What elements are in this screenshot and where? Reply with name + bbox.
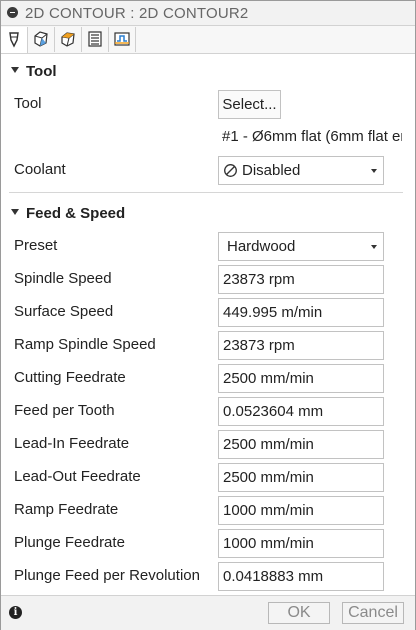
lead-out-feedrate-label: Lead-Out Feedrate xyxy=(14,468,141,485)
collapse-caret-icon[interactable] xyxy=(11,67,19,73)
ramp-spindle-speed-label: Ramp Spindle Speed xyxy=(14,336,156,353)
passes-icon xyxy=(88,31,102,47)
spindle-speed-label: Spindle Speed xyxy=(14,270,112,287)
lead-in-feedrate-field[interactable] xyxy=(218,430,384,459)
heights-icon xyxy=(61,32,75,47)
tool-icon xyxy=(9,32,19,48)
dropdown-arrow-icon xyxy=(371,245,377,249)
ramp-spindle-speed-field[interactable] xyxy=(218,331,384,360)
tab-strip xyxy=(1,26,415,54)
lead-out-feedrate-field[interactable] xyxy=(218,463,384,492)
ramp-feedrate-label: Ramp Feedrate xyxy=(14,501,119,518)
dropdown-arrow-icon xyxy=(371,169,377,173)
info-icon[interactable]: i xyxy=(9,606,22,619)
tool-label: Tool xyxy=(14,95,42,112)
coolant-select[interactable]: Disabled xyxy=(218,156,384,185)
plunge-feed-per-revolution-label: Plunge Feed per Revolution xyxy=(14,567,200,584)
dialog-footer: i OK Cancel xyxy=(1,595,415,630)
section-feed-header[interactable]: Feed & Speed xyxy=(1,203,415,225)
plunge-feedrate-field[interactable] xyxy=(218,529,384,558)
plunge-feedrate-label: Plunge Feedrate xyxy=(14,534,125,551)
ramp-feedrate-field[interactable] xyxy=(218,496,384,525)
dialog-2d-contour: 2D CONTOUR : 2D CONTOUR2 Tool Tool Selec… xyxy=(0,0,416,630)
tab-tool[interactable] xyxy=(1,27,28,53)
tool-description: #1 - Ø6mm flat (6mm flat end mill) xyxy=(222,128,402,145)
feed-per-tooth-label: Feed per Tooth xyxy=(14,402,115,419)
tab-geometry[interactable] xyxy=(28,27,55,52)
lead-in-feedrate-label: Lead-In Feedrate xyxy=(14,435,130,452)
cutting-feedrate-label: Cutting Feedrate xyxy=(14,369,126,386)
preset-select[interactable]: Hardwood xyxy=(218,232,384,261)
preset-value: Hardwood xyxy=(227,238,296,255)
dialog-title: 2D CONTOUR : 2D CONTOUR2 xyxy=(25,5,249,22)
spindle-speed-field[interactable] xyxy=(218,265,384,294)
surface-speed-field[interactable] xyxy=(218,298,384,327)
collapse-dialog-icon[interactable] xyxy=(7,7,18,18)
surface-speed-label: Surface Speed xyxy=(14,303,114,320)
linking-icon xyxy=(114,32,130,46)
geometry-icon xyxy=(34,31,48,47)
section-divider xyxy=(9,192,403,193)
section-tool-title: Tool xyxy=(26,63,57,80)
section-tool-header[interactable]: Tool xyxy=(1,61,415,83)
select-tool-button[interactable]: Select... xyxy=(218,90,281,119)
tab-linking[interactable] xyxy=(109,27,136,52)
plunge-feed-per-revolution-field[interactable] xyxy=(218,562,384,591)
cancel-button[interactable]: Cancel xyxy=(342,602,404,624)
coolant-label: Coolant xyxy=(14,161,66,178)
disabled-icon xyxy=(224,164,237,177)
tab-passes[interactable] xyxy=(82,27,109,52)
coolant-value: Disabled xyxy=(242,162,301,179)
ok-button[interactable]: OK xyxy=(268,602,330,624)
tab-heights[interactable] xyxy=(55,27,82,52)
section-feed-title: Feed & Speed xyxy=(26,205,126,222)
title-bar[interactable]: 2D CONTOUR : 2D CONTOUR2 xyxy=(1,1,415,26)
feed-per-tooth-field[interactable] xyxy=(218,397,384,426)
preset-label: Preset xyxy=(14,237,58,254)
cutting-feedrate-field[interactable] xyxy=(218,364,384,393)
collapse-caret-icon[interactable] xyxy=(11,209,19,215)
